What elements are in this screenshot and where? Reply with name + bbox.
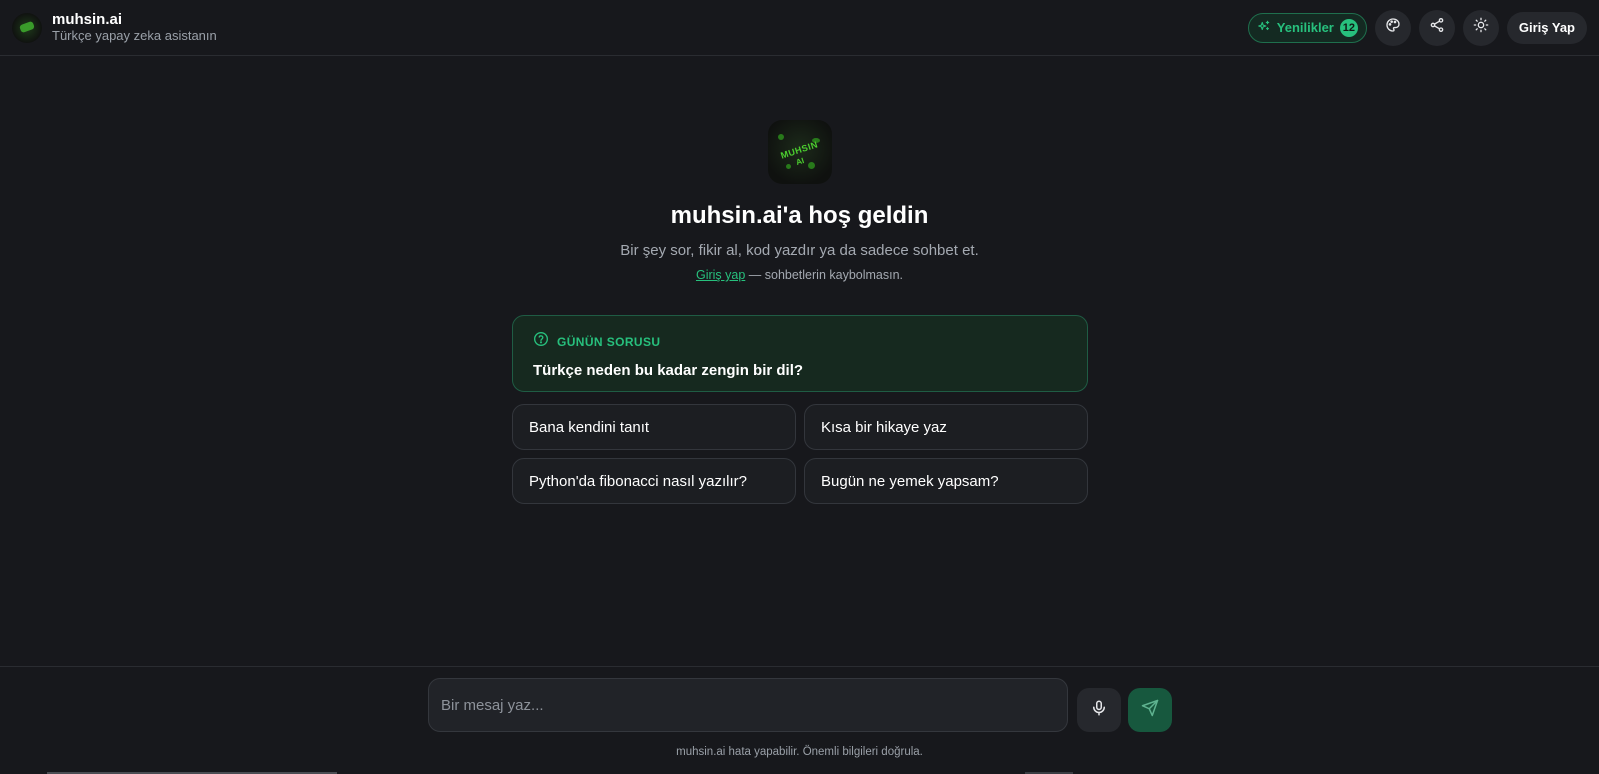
question-of-the-day-text: Türkçe neden bu kadar zengin bir dil? (533, 362, 804, 379)
login-link[interactable]: Giriş yap (696, 268, 745, 282)
share-button[interactable] (1418, 9, 1455, 46)
theme-toggle-button[interactable] (1462, 9, 1499, 46)
microphone-icon (1090, 699, 1108, 722)
share-icon (1429, 17, 1445, 38)
suggestion-chip[interactable]: Kısa bir hikaye yaz (804, 404, 1088, 450)
welcome-subtitle: Bir şey sor, fikir al, kod yazdır ya da … (620, 242, 979, 259)
sparkle-icon (1257, 19, 1271, 36)
news-label: Yenilikler (1276, 20, 1334, 35)
suggestion-chip[interactable]: Bana kendini tanıt (512, 404, 796, 450)
brand-subtitle: Türkçe yapay zeka asistanın (52, 27, 217, 43)
brand-logo (12, 12, 42, 43)
message-input[interactable]: Bir mesaj yaz... (428, 678, 1068, 732)
news-button[interactable]: Yenilikler 12 (1247, 12, 1367, 43)
theme-palette-button[interactable] (1374, 9, 1411, 46)
top-bar: muhsin.ai Türkçe yapay zeka asistanın Ye… (0, 0, 1599, 56)
suggestion-chip[interactable]: Python'da fibonacci nasıl yazılır? (512, 458, 796, 504)
question-of-the-day-card[interactable]: GÜNÜN SORUSU Türkçe neden bu kadar zengi… (512, 315, 1088, 392)
disclaimer: muhsin.ai hata yapabilir. Önemli bilgile… (676, 746, 923, 758)
login-note: Giriş yap — sohbetlerin kaybolmasın. (696, 268, 903, 282)
news-count-badge: 12 (1339, 18, 1358, 37)
login-button[interactable]: Giriş Yap (1506, 11, 1587, 44)
welcome-title: muhsin.ai'a hoş geldin (670, 202, 929, 229)
send-button[interactable] (1128, 688, 1172, 732)
welcome-section: MUHSIN AI muhsin.ai'a hoş geldin Bir şey… (0, 120, 1599, 282)
send-icon (1141, 699, 1159, 722)
hero-logo: MUHSIN AI (767, 120, 832, 184)
header-actions: Yenilikler 12 Giriş Yap (1247, 9, 1587, 46)
brand[interactable]: muhsin.ai Türkçe yapay zeka asistanın (12, 11, 217, 43)
question-of-the-day-label: GÜNÜN SORUSU (557, 334, 661, 349)
voice-input-button[interactable] (1077, 688, 1121, 732)
sun-icon (1473, 17, 1489, 38)
login-note-text: — sohbetlerin kaybolmasın. (745, 268, 904, 282)
brand-title: muhsin.ai (52, 11, 123, 29)
palette-icon (1385, 17, 1401, 38)
help-circle-icon (533, 331, 549, 352)
suggestion-chip[interactable]: Bugün ne yemek yapsam? (804, 458, 1088, 504)
